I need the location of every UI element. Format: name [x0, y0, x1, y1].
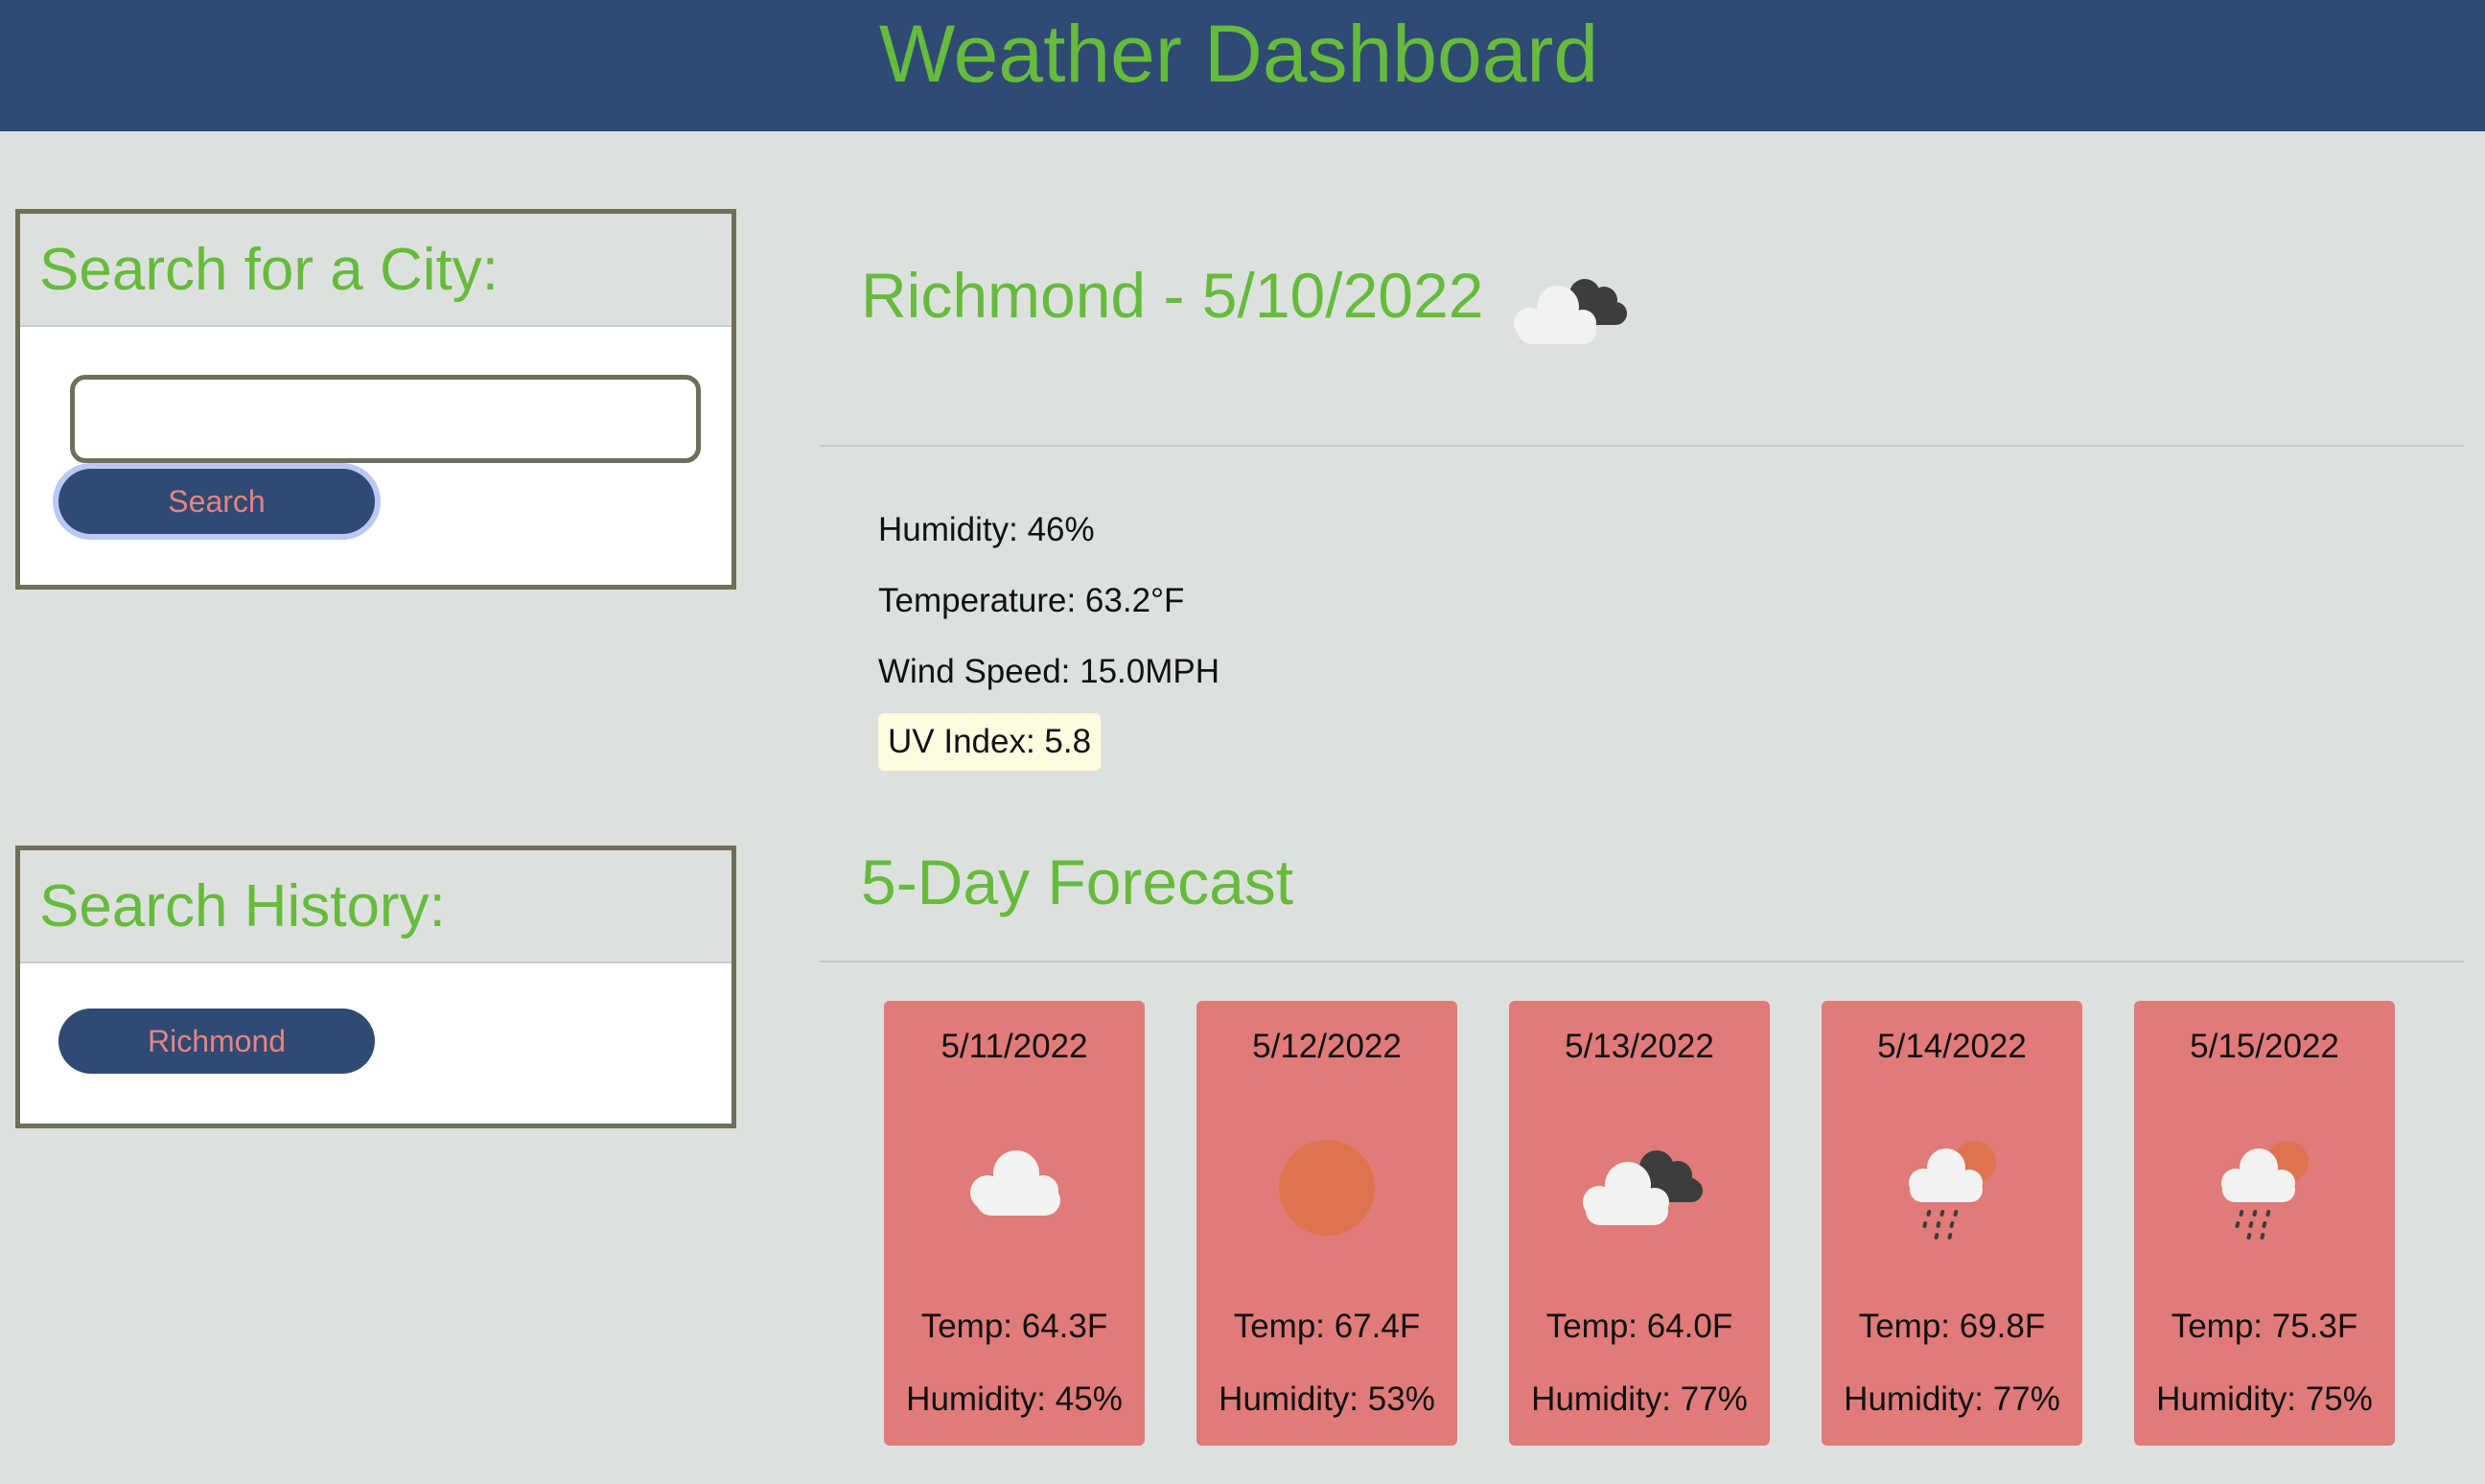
history-panel-header: Search History:	[20, 850, 732, 963]
app-header: Weather Dashboard	[0, 0, 2485, 131]
cloud-icon	[970, 1150, 1060, 1216]
forecast-humidity: Humidity: 77%	[1844, 1380, 2060, 1418]
forecast-humidity: Humidity: 53%	[1219, 1380, 1435, 1418]
forecast-humidity: Humidity: 77%	[1531, 1380, 1748, 1418]
forecast-humidity: Humidity: 75%	[2156, 1380, 2373, 1418]
current-humidity: Humidity: 46%	[878, 511, 1095, 548]
search-panel-header: Search for a City:	[20, 214, 732, 327]
history-item-richmond[interactable]: Richmond	[58, 1009, 375, 1074]
forecast-temp: Temp: 64.3F	[920, 1308, 1108, 1345]
rain-sun-icon	[2221, 1141, 2309, 1240]
forecast-date: 5/14/2022	[1877, 1028, 2027, 1065]
search-heading: Search for a City:	[39, 236, 499, 303]
rain-sun-icon	[1909, 1141, 1996, 1240]
forecast-heading: 5-Day Forecast	[861, 846, 1294, 917]
forecast-humidity: Humidity: 45%	[906, 1380, 1123, 1418]
forecast-card: 5/14/2022 Temp: 69.8F Humidity: 77%	[1822, 1001, 2082, 1446]
sun-icon	[1279, 1140, 1375, 1236]
current-city-title: Richmond - 5/10/2022	[861, 260, 1484, 331]
forecast-temp: Temp: 67.4F	[1233, 1308, 1421, 1345]
current-wind-speed: Wind Speed: 15.0MPH	[878, 653, 1220, 690]
history-heading: Search History:	[39, 872, 446, 939]
forecast-card: 5/12/2022 Temp: 67.4F Humidity: 53%	[1196, 1001, 1457, 1446]
forecast-temp: Temp: 75.3F	[2171, 1308, 2358, 1345]
current-divider	[820, 445, 2464, 447]
forecast-temp: Temp: 69.8F	[1858, 1308, 2046, 1345]
city-search-input[interactable]	[70, 375, 701, 463]
forecast-date: 5/12/2022	[1252, 1028, 1402, 1065]
search-panel: Search for a City: Search	[15, 209, 736, 590]
current-uv-index: UV Index: 5.8	[878, 713, 1102, 771]
forecast-card: 5/13/2022 Temp: 64.0F Humidity: 77%	[1509, 1001, 1770, 1446]
broken-clouds-icon	[1583, 1150, 1703, 1225]
forecast-date: 5/13/2022	[1565, 1028, 1714, 1065]
current-temperature: Temperature: 63.2°F	[878, 582, 1185, 619]
forecast-card: 5/15/2022 Temp: 75.3F Humidity: 75%	[2134, 1001, 2395, 1446]
search-button[interactable]: Search	[58, 469, 375, 534]
search-history-panel: Search History: Richmond	[15, 846, 736, 1128]
broken-clouds-icon	[1514, 279, 1627, 344]
forecast-date: 5/11/2022	[941, 1028, 1088, 1065]
page-title: Weather Dashboard	[878, 9, 1599, 99]
forecast-temp: Temp: 64.0F	[1545, 1308, 1733, 1345]
forecast-date: 5/15/2022	[2190, 1028, 2339, 1065]
forecast-divider	[820, 961, 2464, 962]
forecast-card: 5/11/2022 Temp: 64.3F Humidity: 45%	[884, 1001, 1145, 1446]
